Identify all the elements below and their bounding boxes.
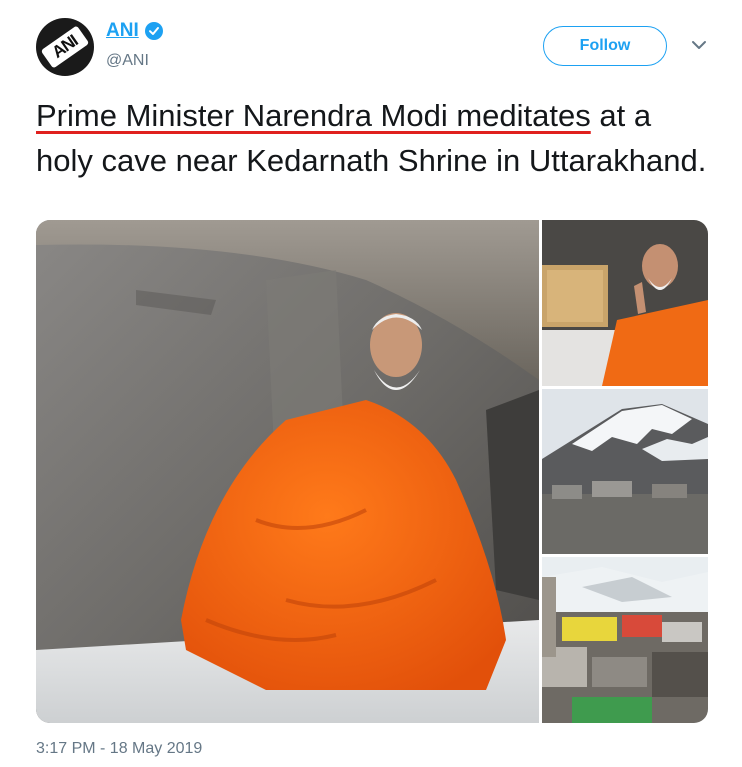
photo-temple-town[interactable] xyxy=(542,557,708,723)
display-name[interactable]: ANI xyxy=(106,20,139,42)
tweet-text: Prime Minister Narendra Modi meditates a… xyxy=(36,93,716,183)
photo-praying[interactable] xyxy=(542,220,708,386)
tweet-timestamp[interactable]: 3:17 PM - 18 May 2019 xyxy=(36,740,202,758)
ani-logo: ANI xyxy=(40,25,90,69)
verified-badge-icon xyxy=(144,22,163,40)
follow-button[interactable]: Follow xyxy=(543,26,667,66)
media-grid xyxy=(36,220,708,723)
tweet-text-highlighted: Prime Minister Narendra Modi meditates xyxy=(36,98,591,133)
chevron-down-icon[interactable] xyxy=(690,38,708,52)
account-handle[interactable]: @ANI xyxy=(106,52,149,70)
photo-meditation-cave[interactable] xyxy=(36,220,539,723)
account-name-row: ANI xyxy=(106,20,163,42)
profile-avatar[interactable]: ANI xyxy=(36,18,94,76)
photo-snow-mountains[interactable] xyxy=(542,389,708,554)
